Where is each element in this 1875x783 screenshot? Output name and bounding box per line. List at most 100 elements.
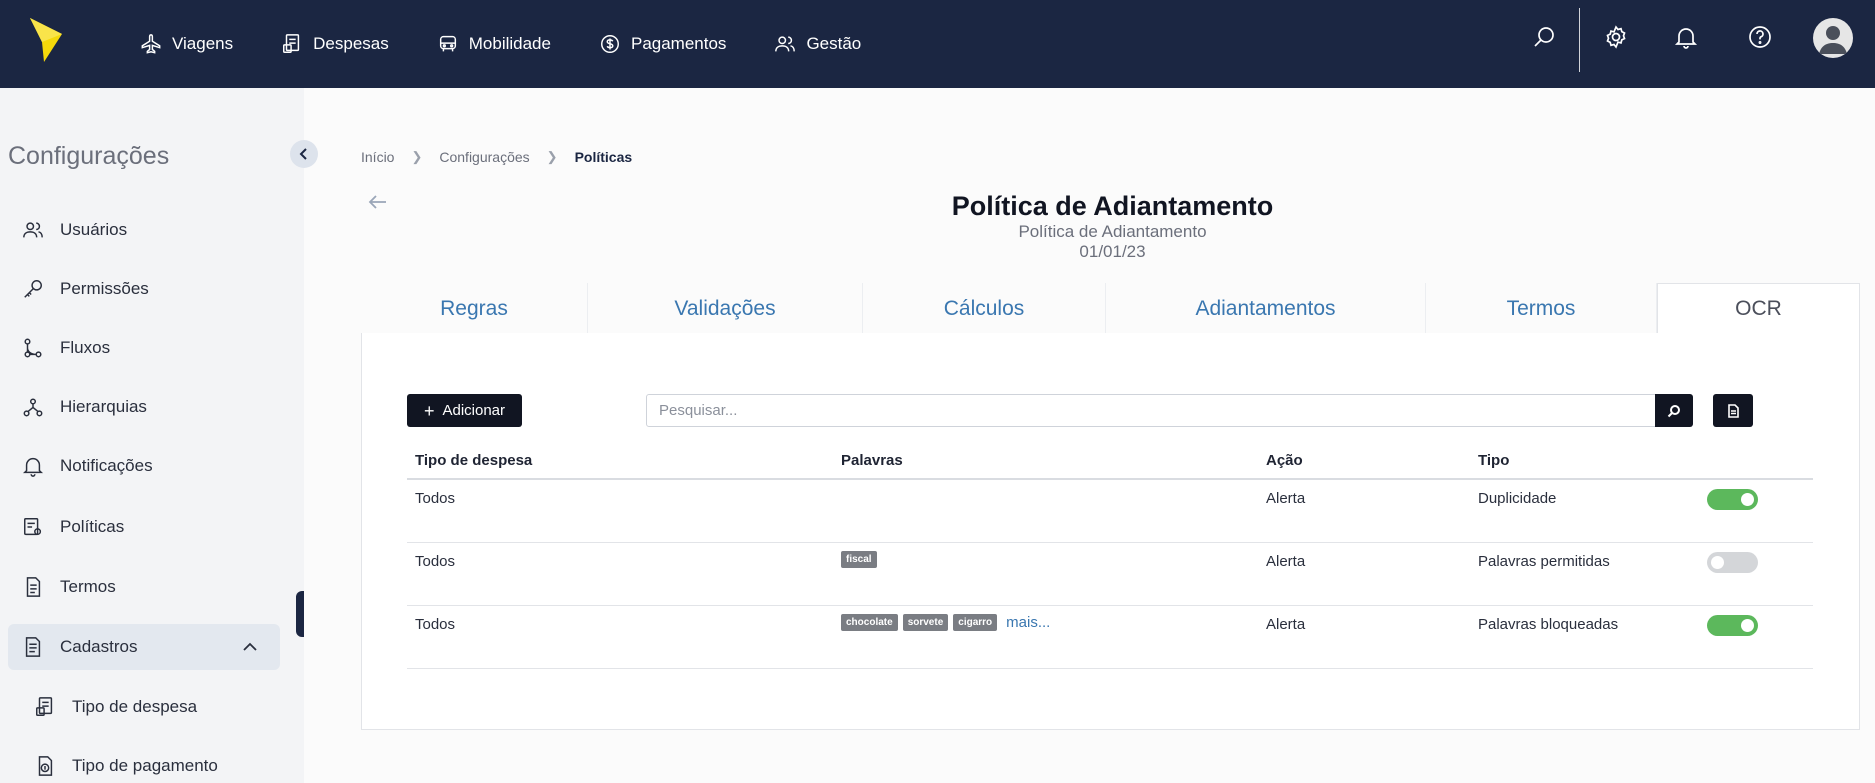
toggle-knob [1741, 619, 1754, 632]
search-icon[interactable] [1532, 24, 1558, 50]
word-tag: fiscal [841, 551, 877, 568]
sidebar-item-label: Cadastros [60, 637, 138, 656]
add-button[interactable]: + Adicionar [407, 394, 522, 427]
search-button[interactable] [1655, 394, 1693, 427]
tab-regras[interactable]: Regras [361, 283, 588, 334]
add-button-label: Adicionar [442, 402, 506, 419]
tab-validacoes[interactable]: Validações [588, 283, 863, 334]
cell-palavras: fiscal [841, 551, 882, 568]
col-acao: Ação [1266, 452, 1303, 469]
sidebar-item-hierarquias[interactable]: Hierarquias [22, 396, 147, 418]
nav-mobilidade-label: Mobilidade [468, 34, 551, 53]
col-palavras: Palavras [841, 452, 903, 469]
bell-icon [22, 457, 44, 477]
sidebar-item-politicas[interactable]: Políticas [22, 516, 124, 538]
sidebar-item-cadastros[interactable]: Cadastros [22, 636, 137, 658]
tab-bar: Regras Validações Cálculos Adiantamentos… [361, 283, 1860, 335]
sidebar-subitem-tipo-despesa[interactable]: Tipo de despesa [34, 696, 197, 718]
brand-logo[interactable] [28, 16, 64, 64]
sidebar-item-label: Fluxos [60, 338, 111, 357]
tab-calculos[interactable]: Cálculos [863, 283, 1106, 334]
sidebar-title: Configurações [8, 142, 170, 170]
cell-tipo: Palavras permitidas [1478, 553, 1610, 570]
word-tag: cigarro [953, 614, 998, 631]
register-icon [25, 637, 41, 657]
sidebar-item-notificacoes[interactable]: Notificações [22, 455, 153, 477]
table-row[interactable]: Todos fiscal Alerta Palavras permitidas [407, 543, 1813, 606]
enabled-toggle[interactable] [1707, 552, 1758, 573]
policy-icon [24, 518, 42, 536]
sidebar-item-label: Permissões [60, 279, 149, 298]
nav-viagens[interactable]: Viagens [140, 33, 233, 55]
cell-tipo-despesa: Todos [415, 616, 456, 633]
nav-gestao-label: Gestão [806, 34, 862, 53]
table-row[interactable]: Todos chocolate sorvete cigarro mais... … [407, 606, 1813, 669]
sidebar-item-label: Hierarquias [60, 397, 147, 416]
word-tag: chocolate [841, 614, 898, 631]
help-icon[interactable] [1747, 24, 1773, 50]
nav-viagens-label: Viagens [172, 34, 234, 53]
page-title: Política de Adiantamento [951, 191, 1274, 221]
car-icon [439, 35, 456, 52]
sidebar-item-label: Termos [60, 577, 116, 596]
main-nav: Viagens Despesas Mobilidade Pagamentos G… [140, 0, 909, 88]
search-input[interactable] [646, 394, 1656, 427]
enabled-toggle[interactable] [1707, 615, 1758, 636]
avatar[interactable] [1813, 18, 1853, 58]
nav-gestao[interactable]: Gestão [774, 33, 861, 55]
dollar-circle-icon [601, 35, 619, 53]
table-row[interactable]: Todos Alerta Duplicidade [407, 480, 1813, 543]
breadcrumb-inicio[interactable]: Início [361, 149, 394, 165]
col-tipo: Tipo [1478, 452, 1510, 469]
toggle-knob [1741, 493, 1754, 506]
sidebar-item-label: Tipo de pagamento [72, 756, 218, 775]
hierarchy-icon [23, 398, 43, 417]
cell-tipo-despesa: Todos [415, 490, 456, 507]
nav-mobilidade[interactable]: Mobilidade [437, 33, 551, 55]
chevron-right-icon: ❯ [546, 149, 558, 164]
enabled-toggle[interactable] [1707, 489, 1758, 510]
expense-type-icon [36, 697, 53, 716]
gear-icon[interactable] [1603, 24, 1629, 50]
airplane-icon [141, 34, 161, 54]
toggle-knob [1711, 556, 1724, 569]
payment-type-icon [38, 756, 53, 776]
col-tipo-despesa: Tipo de despesa [415, 452, 533, 469]
search-icon [1667, 404, 1680, 417]
file-icon [1728, 403, 1739, 418]
export-button[interactable] [1713, 394, 1753, 427]
cell-acao: Alerta [1266, 553, 1306, 570]
sidebar-item-label: Políticas [60, 517, 125, 536]
nav-despesas[interactable]: Despesas [281, 33, 389, 55]
page-date: 01/01/23 [1079, 242, 1146, 261]
breadcrumb-configuracoes[interactable]: Configurações [439, 149, 529, 165]
tab-ocr[interactable]: OCR [1657, 283, 1860, 335]
chevron-left-icon [299, 148, 307, 160]
more-words-link[interactable]: mais... [1006, 614, 1050, 631]
word-tag: sorvete [902, 614, 949, 631]
breadcrumb-politicas: Políticas [574, 149, 633, 165]
cell-acao: Alerta [1266, 490, 1306, 507]
nav-pagamentos-label: Pagamentos [630, 34, 727, 53]
sidebar-active-marker [296, 591, 304, 637]
breadcrumb: Início ❯ Configurações ❯ Políticas [361, 149, 632, 165]
flow-icon [24, 338, 42, 358]
nav-pagamentos[interactable]: Pagamentos [599, 33, 726, 55]
receipt-icon [283, 34, 300, 53]
plus-icon: + [423, 400, 435, 421]
cell-palavras: chocolate sorvete cigarro mais... [841, 614, 1050, 631]
bell-icon[interactable] [1673, 24, 1699, 50]
tab-adiantamentos[interactable]: Adiantamentos [1106, 283, 1426, 334]
sidebar-item-fluxos[interactable]: Fluxos [22, 337, 110, 359]
nav-despesas-label: Despesas [313, 34, 389, 53]
sidebar-subitem-tipo-pagamento[interactable]: Tipo de pagamento [34, 755, 218, 777]
collapse-sidebar-button[interactable] [290, 140, 318, 168]
tab-termos[interactable]: Termos [1426, 283, 1657, 334]
sidebar-item-permissoes[interactable]: Permissões [22, 278, 149, 300]
sidebar-item-termos[interactable]: Termos [22, 576, 116, 598]
sidebar-item-label: Tipo de despesa [72, 697, 198, 716]
chevron-up-icon[interactable] [240, 637, 260, 657]
chevron-right-icon: ❯ [411, 149, 423, 164]
sidebar-item-label: Notificações [60, 456, 153, 475]
cell-tipo: Palavras bloqueadas [1478, 616, 1619, 633]
